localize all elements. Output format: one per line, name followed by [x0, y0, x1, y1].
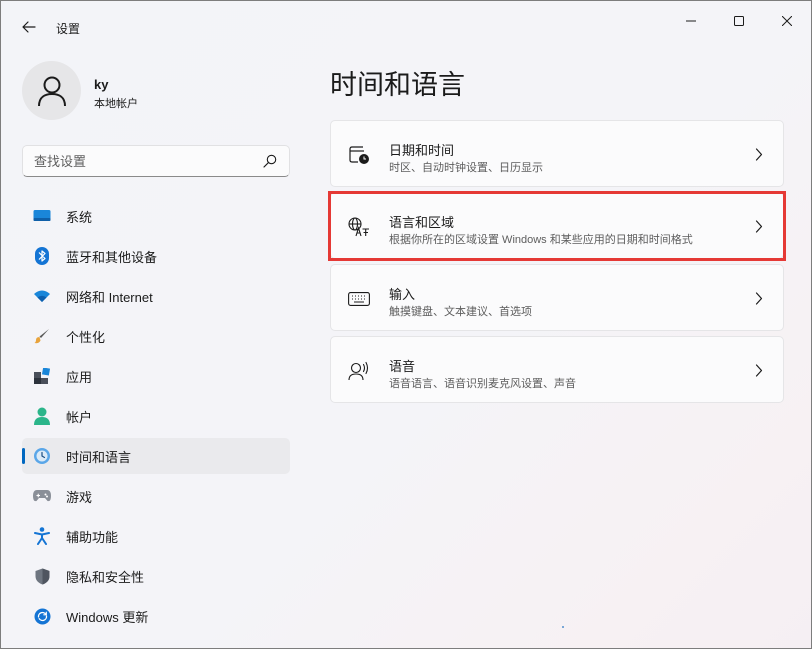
sidebar-item-accounts[interactable]: 帐户: [22, 398, 290, 434]
card-title: 语音: [389, 356, 415, 375]
card-title: 输入: [389, 284, 415, 303]
card-subtitle: 语音语言、语音识别麦克风设置、声音: [389, 375, 576, 391]
scroll-indicator: [562, 626, 564, 628]
search-box[interactable]: [22, 145, 290, 177]
chevron-right-icon: [755, 148, 763, 161]
card-title: 语言和区域: [389, 212, 454, 231]
sidebar-item-label: 应用: [66, 367, 92, 386]
account-type: 本地帐户: [94, 95, 138, 111]
close-button[interactable]: [764, 7, 810, 35]
maximize-button[interactable]: [716, 7, 762, 35]
sidebar-item-label: 网络和 Internet: [66, 287, 153, 306]
settings-window: 设置 ky 本地帐户: [0, 0, 812, 649]
speech-icon: [348, 360, 370, 382]
sidebar-item-apps[interactable]: 应用: [22, 358, 290, 394]
sidebar-item-label: 系统: [66, 207, 92, 226]
sidebar-item-privacy[interactable]: 隐私和安全性: [22, 558, 290, 594]
card-title: 日期和时间: [389, 140, 454, 159]
sidebar-item-label: 帐户: [66, 407, 92, 426]
shield-icon: [33, 567, 51, 585]
monitor-icon: [33, 207, 51, 225]
sidebar-item-label: 时间和语言: [66, 447, 131, 466]
chevron-right-icon: [755, 220, 763, 233]
language-icon: [348, 216, 370, 238]
speech-card[interactable]: 语音 语音语言、语音识别麦克风设置、声音: [330, 336, 784, 403]
search-icon: [263, 154, 277, 168]
close-icon: [782, 16, 792, 26]
bluetooth-icon: [33, 247, 51, 265]
card-subtitle: 根据你所在的区域设置 Windows 和某些应用的日期和时间格式: [389, 231, 693, 247]
sidebar-item-label: 蓝牙和其他设备: [66, 247, 157, 266]
gamepad-icon: [33, 487, 51, 505]
sidebar-item-gaming[interactable]: 游戏: [22, 478, 290, 514]
back-button[interactable]: [15, 13, 43, 41]
date-time-card[interactable]: 日期和时间 时区、自动时钟设置、日历显示: [330, 120, 784, 187]
sidebar-item-label: 游戏: [66, 487, 92, 506]
update-icon: [33, 607, 51, 625]
accessibility-icon: [33, 527, 51, 545]
sidebar-item-time-language[interactable]: 时间和语言: [22, 438, 290, 474]
search-input[interactable]: [34, 154, 263, 169]
sidebar-item-bluetooth[interactable]: 蓝牙和其他设备: [22, 238, 290, 274]
person-icon: [33, 407, 51, 425]
calendar-clock-icon: [348, 144, 370, 166]
brush-icon: [33, 327, 51, 345]
person-outline-icon: [37, 75, 67, 107]
card-subtitle: 触摸键盘、文本建议、首选项: [389, 303, 532, 319]
sidebar-item-label: 隐私和安全性: [66, 567, 144, 586]
sidebar-item-accessibility[interactable]: 辅助功能: [22, 518, 290, 554]
avatar: [22, 61, 81, 120]
page-title: 时间和语言: [330, 63, 465, 102]
title-bar: 设置: [1, 1, 811, 45]
sidebar-item-personalization[interactable]: 个性化: [22, 318, 290, 354]
app-title: 设置: [56, 20, 80, 37]
sidebar-item-system[interactable]: 系统: [22, 198, 290, 234]
minimize-icon: [686, 16, 696, 26]
apps-icon: [33, 367, 51, 385]
user-name: ky: [94, 77, 108, 92]
chevron-right-icon: [755, 364, 763, 377]
minimize-button[interactable]: [668, 7, 714, 35]
sidebar-item-label: 个性化: [66, 327, 105, 346]
chevron-right-icon: [755, 292, 763, 305]
sidebar-item-label: Windows 更新: [66, 607, 148, 626]
clock-globe-icon: [33, 447, 51, 465]
sidebar-item-windows-update[interactable]: Windows 更新: [22, 598, 290, 634]
user-profile[interactable]: ky 本地帐户: [22, 61, 292, 121]
wifi-icon: [33, 287, 51, 305]
settings-list: 日期和时间 时区、自动时钟设置、日历显示 语言和区域 根据你所在的区域设置 Wi…: [330, 120, 784, 408]
card-subtitle: 时区、自动时钟设置、日历显示: [389, 159, 543, 175]
sidebar-item-network[interactable]: 网络和 Internet: [22, 278, 290, 314]
sidebar-nav: 系统 蓝牙和其他设备 网络和 Internet: [22, 198, 290, 638]
sidebar-item-label: 辅助功能: [66, 527, 118, 546]
language-region-card[interactable]: 语言和区域 根据你所在的区域设置 Windows 和某些应用的日期和时间格式: [330, 192, 784, 259]
maximize-icon: [734, 16, 744, 26]
typing-card[interactable]: 输入 触摸键盘、文本建议、首选项: [330, 264, 784, 331]
keyboard-icon: [348, 288, 370, 310]
arrow-left-icon: [22, 21, 36, 33]
